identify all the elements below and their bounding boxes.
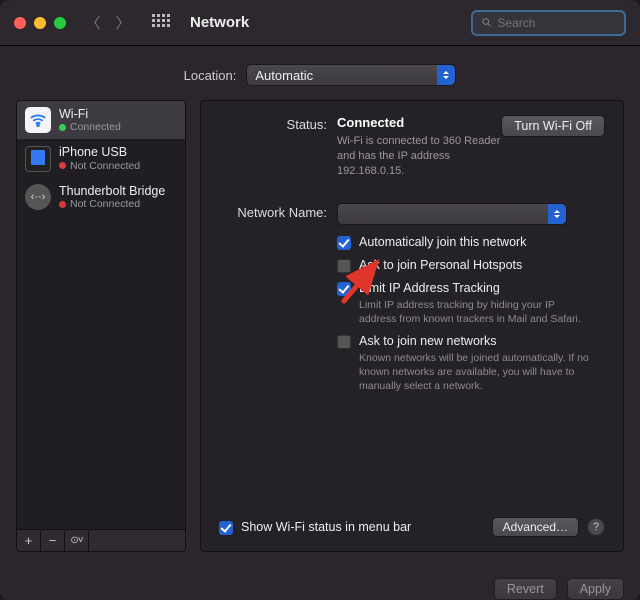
- status-label: Status:: [219, 115, 337, 132]
- apps-grid-icon[interactable]: [152, 14, 170, 32]
- service-name: Wi-Fi: [59, 107, 121, 121]
- status-dot-icon: [59, 201, 66, 208]
- auto-join-label: Automatically join this network: [359, 235, 526, 249]
- detail-pane: Status: Connected Wi-Fi is connected to …: [200, 100, 624, 552]
- limit-ip-label: Limit IP Address Tracking: [359, 281, 589, 295]
- chevron-updown-icon: [437, 65, 455, 85]
- service-list: Wi-Fi Connected iPhone USB Not Connected…: [16, 100, 186, 530]
- ask-new-checkbox[interactable]: [337, 335, 351, 349]
- location-row: Location: Automatic: [0, 46, 640, 100]
- window-footer: Revert Apply: [0, 568, 640, 600]
- limit-ip-desc: Limit IP address tracking by hiding your…: [359, 298, 589, 326]
- add-service-button[interactable]: +: [17, 530, 41, 551]
- sidebar-item-iphone-usb[interactable]: iPhone USB Not Connected: [17, 139, 185, 177]
- location-label: Location:: [184, 68, 237, 83]
- chevron-updown-icon: [548, 204, 566, 224]
- help-button[interactable]: ?: [587, 518, 605, 536]
- minimize-icon[interactable]: [34, 17, 46, 29]
- forward-button[interactable]: 〉: [112, 12, 134, 34]
- ask-new-desc: Known networks will be joined automatica…: [359, 351, 589, 394]
- remove-service-button[interactable]: −: [41, 530, 65, 551]
- close-icon[interactable]: [14, 17, 26, 29]
- service-status: Connected: [70, 121, 121, 133]
- window-title: Network: [190, 14, 249, 31]
- turn-wifi-off-button[interactable]: Turn Wi-Fi Off: [501, 115, 605, 137]
- search-icon: [481, 16, 492, 29]
- revert-button[interactable]: Revert: [494, 578, 557, 600]
- service-name: Thunderbolt Bridge: [59, 184, 165, 198]
- status-value: Connected: [337, 115, 501, 130]
- search-field[interactable]: [471, 10, 626, 36]
- service-name: iPhone USB: [59, 145, 140, 159]
- wifi-icon: [25, 107, 51, 133]
- location-value: Automatic: [255, 68, 313, 83]
- back-button[interactable]: 〈: [82, 12, 104, 34]
- status-dot-icon: [59, 124, 66, 131]
- service-status: Not Connected: [70, 160, 140, 172]
- limit-ip-checkbox[interactable]: [337, 282, 351, 296]
- apply-button[interactable]: Apply: [567, 578, 624, 600]
- ask-hotspot-label: Ask to join Personal Hotspots: [359, 258, 522, 272]
- service-actions-button[interactable]: ⊙˅: [65, 530, 89, 551]
- ask-hotspot-checkbox[interactable]: [337, 259, 351, 273]
- network-name-label: Network Name:: [219, 203, 337, 220]
- status-detail: Wi-Fi is connected to 360 Reader and has…: [337, 134, 501, 179]
- show-menu-label: Show Wi-Fi status in menu bar: [241, 520, 411, 534]
- network-name-select[interactable]: [337, 203, 567, 225]
- auto-join-checkbox[interactable]: [337, 236, 351, 250]
- sidebar: Wi-Fi Connected iPhone USB Not Connected…: [16, 100, 186, 552]
- sidebar-footer: + − ⊙˅: [16, 530, 186, 552]
- show-menu-checkbox[interactable]: [219, 521, 233, 535]
- location-select[interactable]: Automatic: [246, 64, 456, 86]
- thunderbolt-icon: ‹··›: [25, 184, 51, 210]
- search-input[interactable]: [497, 16, 616, 30]
- sidebar-item-wifi[interactable]: Wi-Fi Connected: [17, 101, 185, 139]
- zoom-icon[interactable]: [54, 17, 66, 29]
- service-status: Not Connected: [70, 198, 140, 210]
- titlebar: 〈 〉 Network: [0, 0, 640, 46]
- window-traffic-lights: [14, 17, 66, 29]
- status-dot-icon: [59, 162, 66, 169]
- iphone-icon: [25, 146, 51, 172]
- advanced-button[interactable]: Advanced…: [492, 517, 579, 537]
- sidebar-item-thunderbolt[interactable]: ‹··› Thunderbolt Bridge Not Connected: [17, 178, 185, 216]
- ask-new-label: Ask to join new networks: [359, 334, 589, 348]
